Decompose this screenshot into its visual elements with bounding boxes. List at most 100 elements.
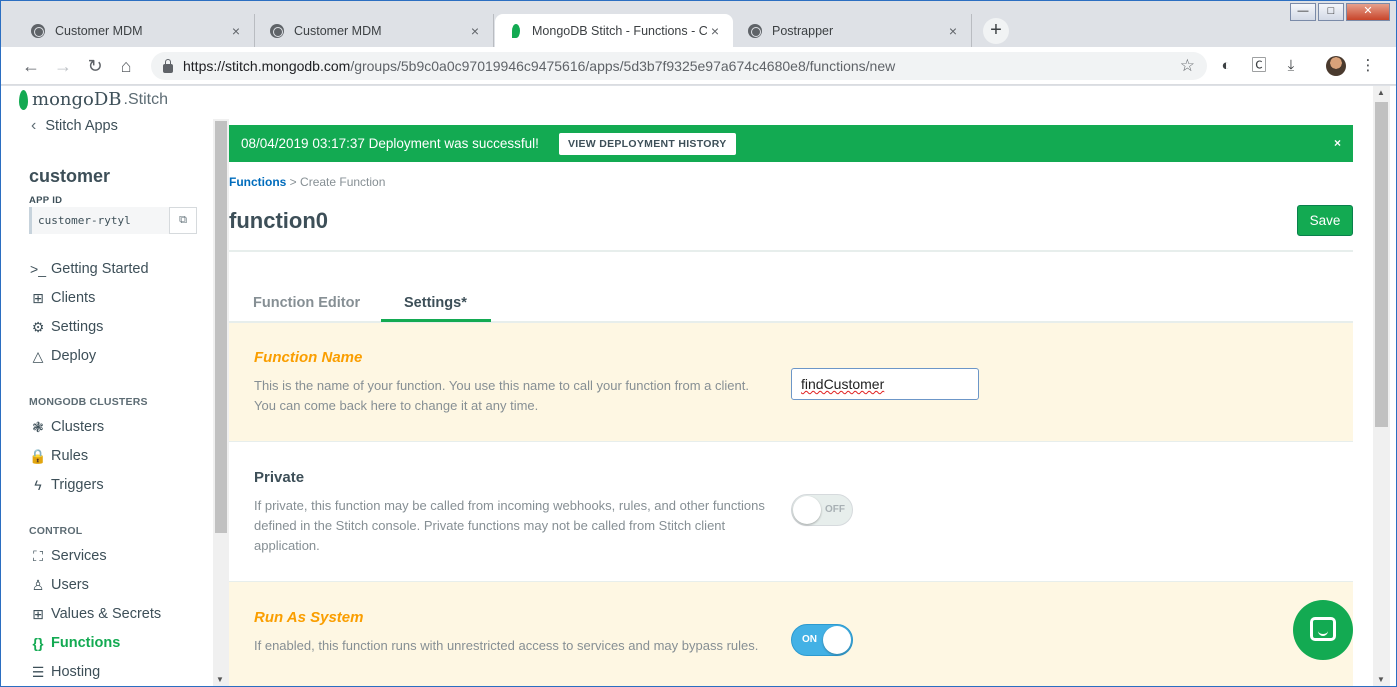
browser-tab-4[interactable]: Postrapper × [734, 14, 972, 47]
maximize-button[interactable]: □ [1318, 3, 1344, 21]
scroll-down-arrow-icon[interactable]: ▼ [1377, 675, 1385, 684]
tab-title: Customer MDM [55, 23, 143, 38]
grid-icon: ⊞ [32, 605, 44, 622]
gear-icon: ⚙ [31, 318, 45, 335]
sidebar-item-label: Values & Secrets [51, 606, 162, 622]
url-host: https://stitch.mongodb.com [183, 58, 351, 74]
new-tab-button[interactable]: + [983, 18, 1009, 44]
browser-tab-2[interactable]: Customer MDM × [256, 14, 494, 47]
view-deployment-history-button[interactable]: VIEW DEPLOYMENT HISTORY [558, 132, 736, 155]
tab-title: Customer MDM [294, 23, 382, 38]
sidebar-item-values-secrets[interactable]: ⊞ Values & Secrets [29, 603, 161, 625]
private-description: If private, this function may be called … [254, 498, 765, 553]
run-as-system-description: If enabled, this function runs with unre… [254, 638, 759, 653]
tab-settings[interactable]: Settings* [404, 295, 467, 311]
breadcrumb-current: Create Function [300, 175, 386, 189]
mongodb-leaf-icon [19, 89, 28, 110]
tab-close-icon[interactable]: × [707, 23, 723, 39]
sidebar-item-label: Settings [51, 319, 104, 335]
sidebar-item-label: Clusters [51, 419, 105, 435]
minimize-button[interactable]: — [1290, 3, 1316, 21]
sidebar-item-clusters[interactable]: ❃ Clusters [29, 416, 104, 438]
home-icon[interactable]: ⌂ [116, 56, 136, 76]
sidebar-item-triggers[interactable]: ϟ Triggers [29, 474, 103, 496]
mongodb-leaf-icon [512, 23, 520, 38]
sidebar-item-settings[interactable]: ⚙ Settings [29, 316, 104, 338]
page-scrollbar[interactable]: ▲ ▼ [1373, 86, 1390, 686]
globe-icon [31, 23, 45, 38]
function-name-value: findCustomer [801, 376, 885, 392]
browser-toolbar: ← → ↻ ⌂ https://stitch.mongodb.com/group… [1, 47, 1396, 85]
globe-icon [270, 23, 284, 38]
save-button[interactable]: Save [1297, 205, 1353, 236]
tab-title: MongoDB Stitch - Functions - Cr [532, 23, 707, 38]
copy-app-id-button[interactable]: ⧉ [169, 207, 197, 234]
download-icon[interactable]: ⤓ [1281, 56, 1301, 76]
lock-icon [163, 58, 173, 73]
services-icon: ⛶ [33, 547, 43, 564]
sidebar-item-hosting[interactable]: ☰ Hosting [29, 661, 100, 683]
tab-title: Postrapper [772, 23, 834, 38]
tab-close-icon[interactable]: × [228, 23, 244, 39]
browser-tab-3[interactable]: MongoDB Stitch - Functions - Cr × [495, 14, 733, 47]
function-tabs: Function Editor Settings* [229, 286, 1353, 323]
brand-mongo: mongoDB [32, 89, 122, 110]
sidebar-item-users[interactable]: ♙ Users [29, 574, 89, 596]
brand-stitch: .Stitch [123, 90, 168, 108]
breadcrumb-separator: > [289, 175, 297, 189]
sidebar-item-functions[interactable]: {} Functions [29, 632, 121, 654]
deployment-success-banner: 08/04/2019 03:17:37 Deployment was succe… [229, 125, 1353, 162]
hosting-icon: ☰ [31, 663, 45, 680]
app-name: customer [29, 166, 111, 186]
reload-icon[interactable]: ↻ [85, 56, 105, 76]
sidebar-scrollbar-thumb[interactable] [215, 121, 227, 533]
sidebar-item-label: Getting Started [51, 261, 149, 277]
banner-close-icon[interactable]: × [1334, 136, 1341, 150]
sidebar-item-services[interactable]: ⛶ Services [29, 545, 107, 567]
sidebar-item-deploy[interactable]: △ Deploy [29, 345, 97, 367]
app-id-label: APP ID [29, 195, 63, 206]
toggle-knob [823, 626, 851, 654]
divider [229, 250, 1353, 252]
user-icon: ♙ [31, 576, 45, 593]
forward-arrow-icon[interactable]: → [53, 56, 73, 76]
stitch-apps-link[interactable]: ‹ Stitch Apps [31, 117, 118, 135]
tab-strip: Customer MDM × Customer MDM × MongoDB St… [1, 1, 1396, 47]
sidebar-scrollbar[interactable]: ▼ [213, 119, 229, 686]
sidebar-item-label: Rules [51, 448, 89, 464]
page-scrollbar-thumb[interactable] [1375, 102, 1388, 427]
run-as-system-toggle[interactable]: ON [791, 624, 853, 656]
tab-close-icon[interactable]: × [945, 23, 961, 39]
intercom-chat-button[interactable] [1293, 600, 1353, 660]
function-name-input[interactable]: findCustomer [791, 368, 979, 400]
url-path: /groups/5b9c0a0c97019946c9475616/apps/5d… [350, 58, 896, 74]
browser-tab-1[interactable]: Customer MDM × [17, 14, 255, 47]
sidebar-item-label: Clients [51, 290, 96, 306]
profile-avatar[interactable] [1326, 56, 1346, 76]
tab-function-editor[interactable]: Function Editor [253, 295, 360, 311]
breadcrumb-functions-link[interactable]: Functions [229, 175, 286, 189]
breadcrumb: Functions > Create Function [229, 175, 385, 189]
window-controls: — □ ✕ [1290, 3, 1390, 21]
sidebar-item-label: Functions [51, 635, 121, 651]
sidebar-item-rules[interactable]: 🔒 Rules [29, 445, 88, 467]
toggle-state: ON [802, 634, 817, 645]
private-toggle[interactable]: OFF [791, 494, 853, 526]
tab-close-icon[interactable]: × [467, 23, 483, 39]
scroll-down-arrow-icon[interactable]: ▼ [216, 675, 224, 684]
setting-private: Private If private, this function may be… [229, 442, 1353, 582]
extension-c-icon[interactable]: 🄲 [1249, 56, 1269, 76]
window-close-button[interactable]: ✕ [1346, 3, 1390, 21]
scroll-up-arrow-icon[interactable]: ▲ [1377, 88, 1385, 97]
menu-kebab-icon[interactable]: ⋮ [1358, 56, 1378, 76]
sidebar-item-getting-started[interactable]: >_ Getting Started [29, 258, 149, 280]
app-id-value: customer-rytyl [29, 207, 169, 234]
active-tab-indicator [381, 319, 491, 322]
bookmark-star-icon[interactable]: ☆ [1180, 56, 1195, 76]
sidebar-item-clients[interactable]: ⊞ Clients [29, 287, 95, 309]
setting-run-as-system: Run As System If enabled, this function … [229, 582, 1353, 686]
address-bar[interactable]: https://stitch.mongodb.com/groups/5b9c0a… [151, 52, 1207, 80]
back-arrow-icon[interactable]: ← [21, 56, 41, 76]
toggle-knob [793, 496, 821, 524]
extension-circle-icon[interactable]: ◐ [1216, 56, 1236, 76]
